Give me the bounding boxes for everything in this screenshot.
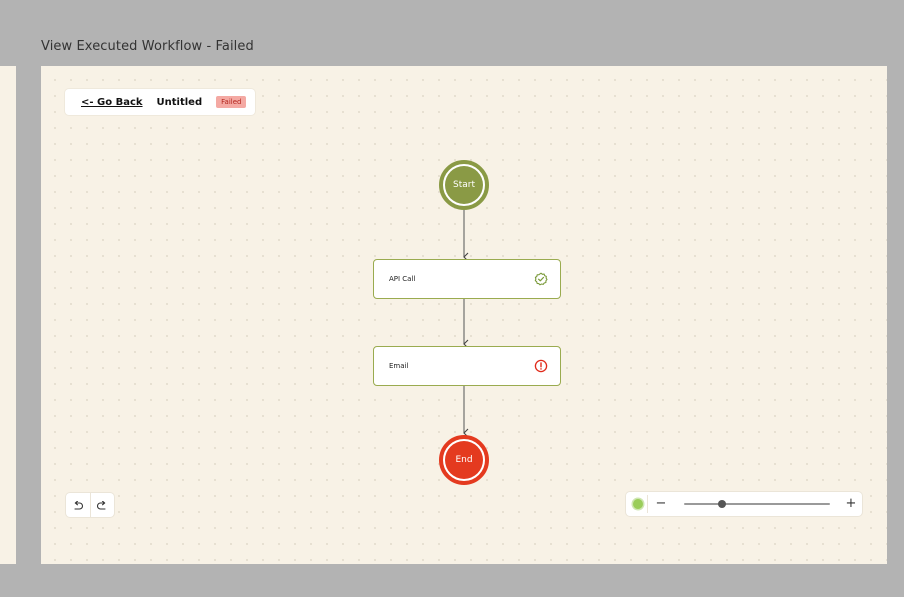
start-node-label: Start — [445, 166, 483, 204]
minimap-indicator-icon — [633, 499, 643, 509]
redo-button[interactable] — [89, 493, 115, 517]
zoom-out-button[interactable]: − — [654, 494, 668, 514]
start-node[interactable]: Start — [439, 160, 489, 210]
page-title: View Executed Workflow - Failed — [41, 39, 254, 54]
redo-icon — [96, 496, 108, 515]
workflow-header-card: <- Go Back Untitled Failed — [65, 89, 255, 115]
minimap-toggle[interactable] — [629, 495, 648, 513]
step-node-email[interactable]: Email — [373, 346, 561, 386]
undo-button[interactable] — [66, 493, 90, 517]
zoom-in-button[interactable]: + — [844, 494, 858, 514]
status-badge: Failed — [216, 96, 247, 108]
workflow-canvas[interactable]: <- Go Back Untitled Failed Start API Cal… — [41, 66, 887, 564]
zoom-controls: − + — [626, 492, 862, 516]
undo-icon — [72, 496, 84, 515]
zoom-slider[interactable] — [684, 500, 830, 508]
check-circle-icon — [534, 272, 548, 286]
step-label-email: Email — [389, 362, 409, 370]
go-back-link[interactable]: <- Go Back — [81, 97, 143, 108]
left-side-panel — [0, 66, 16, 564]
alert-circle-icon — [534, 359, 548, 373]
zoom-slider-thumb[interactable] — [717, 500, 726, 508]
edges-layer — [463, 210, 469, 438]
workflow-name: Untitled — [156, 96, 203, 108]
step-node-api-call[interactable]: API Call — [373, 259, 561, 299]
undo-redo-controls — [66, 493, 114, 517]
end-node-label: End — [445, 441, 483, 479]
end-node[interactable]: End — [439, 435, 489, 485]
step-label-api-call: API Call — [389, 275, 416, 283]
